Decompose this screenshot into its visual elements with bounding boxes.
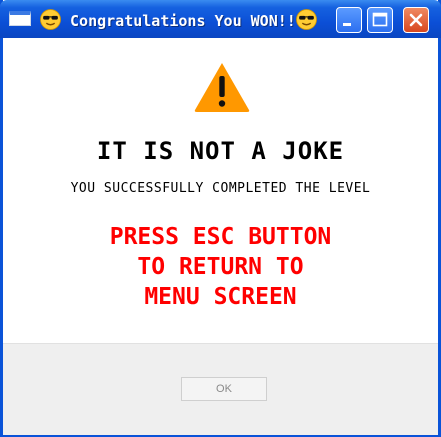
close-button[interactable] (403, 7, 429, 33)
button-bar: OK (3, 343, 438, 435)
heading: IT IS NOT A JOKE (96, 137, 345, 165)
message-line: MENU SCREEN (144, 284, 297, 310)
message-line: PRESS ESC BUTTON (109, 224, 332, 250)
ok-button[interactable]: OK (181, 377, 267, 401)
title-bar[interactable]: Congratulations You WON!! (0, 0, 441, 38)
subheading: YOU SUCCESSFULLY COMPLETED THE LEVEL (70, 181, 371, 196)
sunglasses-emoji-icon (40, 9, 61, 30)
minimize-icon (343, 23, 351, 26)
dialog-content: IT IS NOT A JOKE YOU SUCCESSFULLY COMPLE… (3, 38, 438, 343)
close-icon (409, 13, 423, 27)
window-title: Congratulations You WON!! (40, 9, 317, 32)
maximize-icon (372, 12, 388, 27)
message-line: TO RETURN TO (137, 254, 304, 280)
app-window-icon (9, 11, 31, 26)
minimize-button[interactable] (336, 7, 362, 33)
sunglasses-emoji-icon (295, 9, 317, 30)
warning-icon (194, 63, 250, 112)
window-title-text: Congratulations You WON!! (70, 12, 296, 30)
dialog-window: Congratulations You WON!! IT IS NOT A JO… (0, 0, 441, 437)
maximize-button[interactable] (367, 7, 393, 33)
instruction-message: PRESS ESC BUTTON TO RETURN TO MENU SCREE… (3, 222, 438, 312)
